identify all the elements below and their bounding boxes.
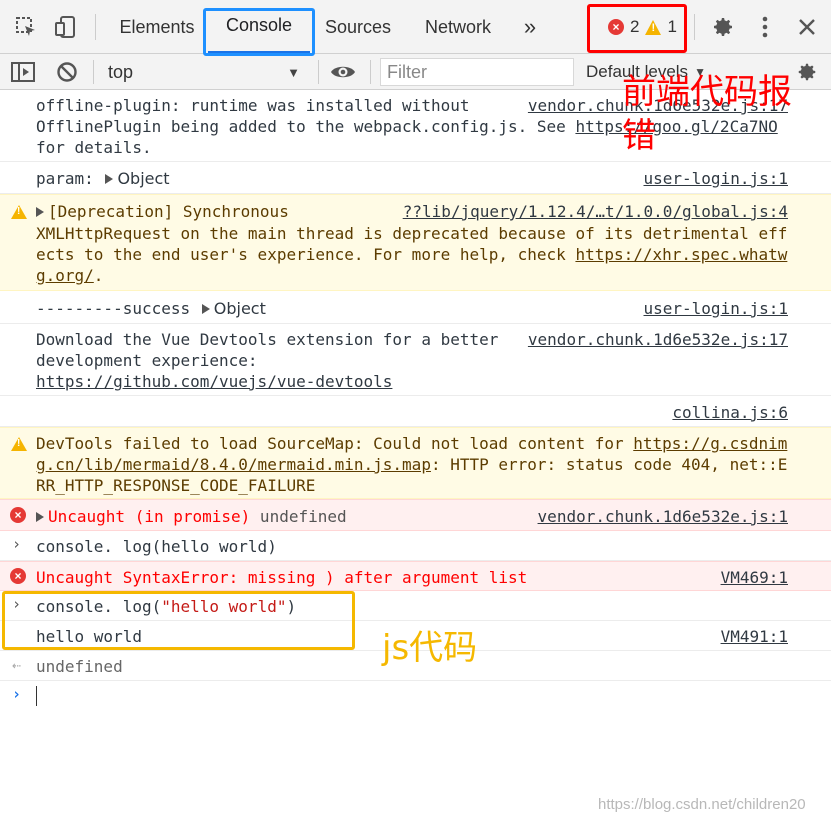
message-text: console. log("hello world")	[36, 596, 788, 617]
toolbar-divider	[93, 60, 94, 84]
watermark: https://blog.csdn.net/children20	[598, 796, 806, 813]
message-counts-button[interactable]: × 2 1	[608, 0, 677, 54]
object-preview[interactable]: Object	[214, 299, 266, 318]
console-message: Download the Vue Devtools extension for …	[0, 324, 831, 396]
message-text: Uncaught SyntaxError: missing ) after ar…	[36, 568, 528, 587]
source-link[interactable]: vendor.chunk.1d6e532e.js:17	[528, 329, 788, 350]
warning-icon	[11, 205, 27, 219]
more-tabs-button[interactable]: »	[514, 0, 546, 54]
error-icon: ×	[608, 19, 624, 35]
toolbar-divider	[370, 60, 371, 84]
console-input-entry: › console. log("hello world")	[0, 591, 831, 621]
source-link[interactable]: user-login.js:1	[644, 298, 789, 319]
expand-triangle-icon[interactable]	[36, 207, 44, 217]
prompt-chevron-icon: ›	[12, 685, 22, 703]
execution-context-select[interactable]: top ▼	[100, 58, 306, 86]
toolbar-divider	[694, 14, 695, 40]
source-link[interactable]: user-login.js:1	[644, 168, 789, 189]
warning-icon	[11, 437, 27, 451]
message-link[interactable]: https://github.com/vuejs/vue-devtools	[36, 372, 392, 391]
source-link[interactable]: collina.js:6	[672, 402, 788, 423]
tab-elements[interactable]: Elements	[112, 0, 202, 54]
live-expression-eye-icon[interactable]	[328, 54, 358, 90]
close-icon[interactable]	[792, 0, 822, 54]
more-options-icon[interactable]	[752, 0, 778, 54]
toolbar-divider	[318, 60, 319, 84]
console-warning-message: DevTools failed to load SourceMap: Could…	[0, 427, 831, 499]
source-link[interactable]: VM469:1	[721, 567, 788, 588]
result-arrow-icon: ⇠	[12, 656, 22, 674]
text-caret	[36, 686, 37, 706]
console-error-message: × Uncaught SyntaxError: missing ) after …	[0, 561, 831, 591]
source-link[interactable]: ??lib/jquery/1.12.4/…t/1.0.0/global.js:4	[403, 201, 788, 222]
js-code-annotation: js代码	[382, 628, 478, 668]
context-value: top	[108, 61, 134, 82]
code-text: )	[286, 597, 297, 616]
console-input-entry: › console. log(hello world)	[0, 531, 831, 561]
tab-console[interactable]: Console	[208, 0, 310, 54]
code-text: console. log(	[36, 597, 162, 616]
clear-console-icon[interactable]	[52, 54, 82, 90]
toolbar-divider	[95, 14, 96, 40]
code-string: "hello world"	[161, 597, 287, 616]
tab-label: Sources	[324, 16, 392, 37]
message-text: XMLHttpRequest on the main thread is dep…	[36, 223, 788, 286]
settings-gear-icon[interactable]	[708, 0, 738, 54]
message-body: Uncaught (in promise)	[48, 507, 251, 526]
console-message: param: Object user-login.js:1	[0, 162, 831, 194]
message-body: ---------success	[36, 299, 200, 318]
expand-triangle-icon[interactable]	[36, 512, 44, 522]
more-tabs-icon: »	[523, 14, 537, 39]
message-body: [Deprecation] Synchronous	[48, 202, 289, 221]
source-link[interactable]: VM491:1	[721, 626, 788, 647]
filter-input[interactable]	[380, 58, 574, 86]
console-warning-message: [Deprecation] Synchronous ??lib/jquery/1…	[0, 194, 831, 291]
frontend-error-annotation: 前端代码报 错	[622, 72, 792, 156]
dropdown-arrow-icon: ▼	[287, 64, 300, 80]
message-value: undefined	[250, 507, 347, 526]
inspect-element-icon[interactable]	[12, 0, 40, 54]
message-body: param:	[36, 169, 104, 188]
message-text: DevTools failed to load SourceMap: Could…	[36, 433, 788, 496]
warning-icon	[645, 19, 662, 35]
show-sidebar-icon[interactable]	[8, 54, 38, 90]
console-settings-gear-icon[interactable]	[792, 54, 822, 90]
console-prompt[interactable]: ›	[0, 681, 831, 713]
devtools-tab-bar: Elements Console Sources Network » × 2 1	[0, 0, 831, 54]
message-body: Download the Vue Devtools extension for …	[36, 330, 499, 370]
error-icon: ×	[10, 568, 26, 584]
tab-sources[interactable]: Sources	[318, 0, 398, 54]
message-text: console. log(hello world)	[36, 537, 277, 556]
console-message: collina.js:6	[0, 396, 831, 427]
error-count: 2	[630, 17, 640, 36]
message-body: .	[93, 266, 104, 285]
tab-label: Console	[225, 15, 293, 35]
device-toolbar-icon[interactable]	[52, 0, 80, 54]
input-prompt-chevron-icon: ›	[12, 595, 22, 613]
console-messages[interactable]: offline-plugin: runtime was installed wi…	[0, 91, 831, 825]
tab-label: Network	[424, 16, 491, 37]
expand-triangle-icon[interactable]	[105, 174, 114, 184]
source-link[interactable]: vendor.chunk.1d6e532e.js:1	[538, 506, 788, 527]
tab-network[interactable]: Network	[414, 0, 502, 54]
expand-triangle-icon[interactable]	[201, 304, 210, 314]
console-error-message: × Uncaught (in promise) undefined vendor…	[0, 499, 831, 531]
tab-label: Elements	[119, 16, 195, 37]
message-body: DevTools failed to load SourceMap: Could…	[36, 434, 634, 453]
error-icon: ×	[10, 507, 26, 523]
message-body: offline-plugin: runtime was installed wi…	[36, 96, 566, 136]
object-preview[interactable]: Object	[117, 169, 169, 188]
console-message: ---------success Object user-login.js:1	[0, 291, 831, 324]
warning-count: 1	[667, 17, 677, 36]
input-prompt-chevron-icon: ›	[12, 535, 22, 553]
